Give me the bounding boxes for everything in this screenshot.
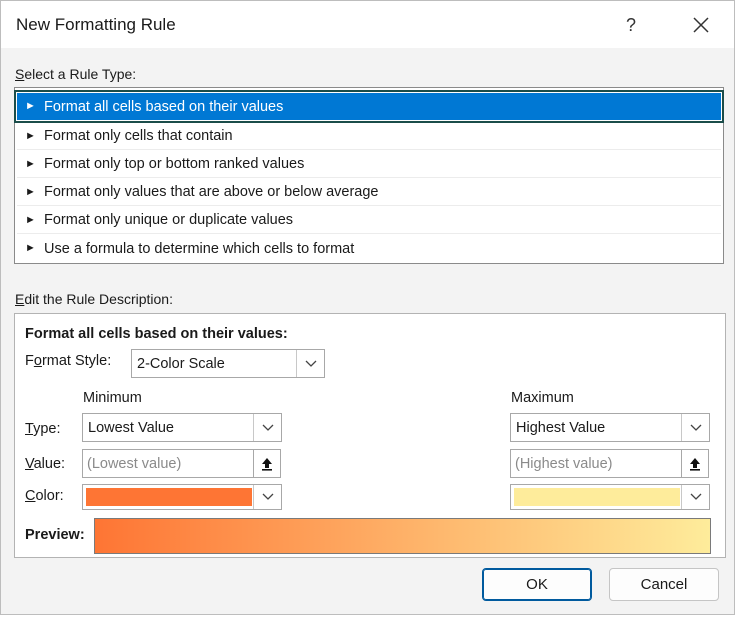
rule-type-item[interactable]: ► Format all cells based on their values bbox=[14, 90, 724, 123]
rule-type-item[interactable]: ► Use a formula to determine which cells … bbox=[17, 235, 721, 262]
chevron-down-icon bbox=[253, 485, 281, 509]
collapse-dialog-icon bbox=[690, 457, 700, 471]
arrow-icon: ► bbox=[25, 100, 36, 112]
new-formatting-rule-dialog: New Formatting Rule ? Select a Rule Type… bbox=[0, 0, 735, 615]
rule-type-item[interactable]: ► Format only cells that contain bbox=[17, 123, 721, 150]
type-label: Type: bbox=[25, 421, 61, 437]
help-icon: ? bbox=[625, 14, 636, 35]
help-button[interactable]: ? bbox=[609, 7, 653, 43]
format-style-value: 2-Color Scale bbox=[137, 356, 225, 372]
minimum-value-placeholder: (Lowest value) bbox=[87, 456, 182, 472]
select-rule-type-label: Select a Rule Type: bbox=[15, 66, 137, 82]
rule-type-label: Format only top or bottom ranked values bbox=[44, 156, 305, 172]
minimum-range-picker-button[interactable] bbox=[253, 449, 281, 478]
maximum-header: Maximum bbox=[511, 390, 574, 406]
maximum-color-picker[interactable] bbox=[510, 484, 710, 510]
minimum-color-picker[interactable] bbox=[82, 484, 282, 510]
minimum-header: Minimum bbox=[83, 390, 142, 406]
rule-type-label: Format all cells based on their values bbox=[44, 98, 284, 115]
rule-type-item[interactable]: ► Format only top or bottom ranked values bbox=[17, 151, 721, 178]
edit-rule-description-label: Edit the Rule Description: bbox=[15, 291, 173, 307]
maximum-color-swatch bbox=[514, 488, 680, 506]
chevron-down-icon bbox=[681, 414, 709, 441]
arrow-icon: ► bbox=[25, 157, 36, 170]
preview-label: Preview: bbox=[25, 527, 85, 543]
format-style-label: Format Style: bbox=[25, 353, 112, 369]
close-button[interactable] bbox=[679, 7, 723, 43]
minimum-value-input[interactable]: (Lowest value) bbox=[82, 449, 254, 478]
color-scale-preview bbox=[94, 518, 711, 554]
rule-description-panel: Format all cells based on their values: … bbox=[14, 313, 726, 558]
maximum-value-input[interactable]: (Highest value) bbox=[510, 449, 682, 478]
rule-type-label: Use a formula to determine which cells t… bbox=[44, 240, 355, 257]
ok-button[interactable]: OK bbox=[482, 568, 592, 601]
format-style-dropdown[interactable]: 2-Color Scale bbox=[131, 349, 325, 378]
chevron-down-icon bbox=[681, 485, 709, 509]
arrow-icon: ► bbox=[25, 242, 36, 254]
dialog-title: New Formatting Rule bbox=[16, 15, 176, 34]
maximum-value-placeholder: (Highest value) bbox=[515, 456, 613, 472]
color-label: Color: bbox=[25, 488, 64, 504]
maximum-type-dropdown[interactable]: Highest Value bbox=[510, 413, 710, 442]
collapse-dialog-icon bbox=[262, 457, 272, 471]
chevron-down-icon bbox=[296, 350, 324, 377]
arrow-icon: ► bbox=[25, 213, 36, 226]
rule-type-list: ► Format all cells based on their values … bbox=[14, 87, 724, 264]
value-label: Value: bbox=[25, 456, 66, 472]
rule-type-label: Format only values that are above or bel… bbox=[44, 184, 379, 200]
title-bar: New Formatting Rule ? bbox=[1, 1, 734, 48]
minimum-type-value: Lowest Value bbox=[88, 420, 174, 436]
maximum-range-picker-button[interactable] bbox=[681, 449, 709, 478]
arrow-icon: ► bbox=[25, 185, 36, 198]
cancel-button[interactable]: Cancel bbox=[609, 568, 719, 601]
rule-type-item[interactable]: ► Format only values that are above or be… bbox=[17, 179, 721, 206]
minimum-type-dropdown[interactable]: Lowest Value bbox=[82, 413, 282, 442]
close-icon bbox=[693, 17, 709, 33]
arrow-icon: ► bbox=[25, 129, 36, 142]
rule-type-item[interactable]: ► Format only unique or duplicate values bbox=[17, 207, 721, 234]
rule-type-label: Format only cells that contain bbox=[44, 128, 233, 144]
rule-type-label: Format only unique or duplicate values bbox=[44, 212, 294, 228]
maximum-type-value: Highest Value bbox=[516, 420, 606, 436]
description-heading: Format all cells based on their values: bbox=[25, 326, 288, 342]
chevron-down-icon bbox=[253, 414, 281, 441]
minimum-color-swatch bbox=[86, 488, 252, 506]
